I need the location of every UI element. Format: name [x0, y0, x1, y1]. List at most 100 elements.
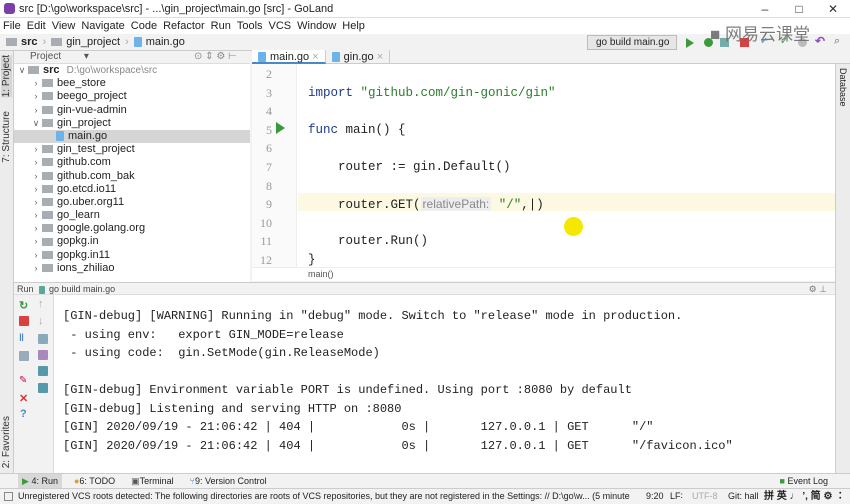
cursor-position[interactable]: 9:20 — [646, 489, 664, 504]
chevron-right-icon[interactable]: › — [30, 170, 42, 183]
menu-code[interactable]: Code — [131, 20, 157, 32]
breadcrumb-src[interactable]: src — [21, 36, 38, 48]
layout-icon[interactable] — [19, 351, 29, 361]
tree-item-label: gin_test_project — [57, 143, 135, 156]
trash-icon[interactable] — [38, 383, 48, 393]
run-icon[interactable] — [686, 38, 694, 48]
tree-item[interactable]: › gopkg.in — [14, 235, 250, 248]
tree-item[interactable]: › github.com — [14, 156, 250, 169]
run-gutter-icon[interactable] — [276, 122, 285, 134]
chevron-right-icon[interactable]: › — [30, 143, 42, 156]
run-config-select[interactable]: go build main.go ∨ — [587, 35, 677, 61]
tab-project[interactable]: 1: Project — [1, 55, 12, 98]
tree-item[interactable]: › go.etcd.io11 — [14, 183, 250, 196]
close-tab-icon[interactable]: × — [377, 51, 383, 63]
panel-settings-icon[interactable]: ⊙ ⇕ ⚙ ⊢ — [194, 51, 237, 63]
tree-item[interactable]: › github.com_bak — [14, 170, 250, 183]
breadcrumb-main-go[interactable]: main.go — [146, 36, 185, 48]
scroll-to-end-icon[interactable] — [38, 350, 48, 360]
close-button[interactable]: ✕ — [816, 0, 850, 18]
tree-item[interactable]: › gopkg.in11 — [14, 249, 250, 262]
tab-terminal[interactable]: ▣Terminal — [127, 474, 178, 489]
tree-item[interactable]: ∨ gin_project — [14, 117, 250, 130]
revert-icon[interactable]: ↶ — [815, 34, 826, 48]
run-console[interactable]: [GIN-debug] [WARNING] Running in "debug"… — [54, 295, 835, 473]
panel-settings-icon[interactable]: ⚙ ⊥ — [809, 283, 827, 295]
tab-todo[interactable]: ●6: TODO — [70, 474, 119, 489]
tree-item[interactable]: › go.uber.org11 — [14, 196, 250, 209]
tree-item[interactable]: › gin_test_project — [14, 143, 250, 156]
line-number: 6 — [266, 141, 272, 156]
arrow-up-icon[interactable]: ↑ — [38, 298, 48, 310]
chevron-right-icon[interactable]: › — [30, 77, 42, 90]
stop-icon[interactable] — [19, 316, 29, 326]
tab-favorites[interactable]: 2: Favorites — [1, 416, 12, 468]
editor-breadcrumb[interactable]: main() — [252, 267, 835, 281]
tree-item[interactable]: › bee_store — [14, 77, 250, 90]
pause-icon[interactable]: ‖ — [19, 333, 29, 344]
chevron-right-icon[interactable]: › — [30, 104, 42, 117]
chevron-right-icon[interactable]: › — [30, 262, 42, 275]
chevron-right-icon[interactable]: › — [30, 156, 42, 169]
tab-database[interactable]: Database — [838, 68, 848, 107]
toggle-tool-windows-icon[interactable] — [4, 492, 13, 501]
tree-item[interactable]: › google.golang.org — [14, 222, 250, 235]
menu-view[interactable]: View — [52, 20, 76, 32]
tab-version-control[interactable]: ⑂9: Version Control — [186, 474, 271, 489]
chevron-right-icon[interactable]: › — [30, 90, 42, 103]
help-icon[interactable]: ? — [20, 408, 30, 420]
menu-navigate[interactable]: Navigate — [81, 20, 124, 32]
maximize-button[interactable]: □ — [782, 0, 816, 18]
minimize-button[interactable]: – — [748, 0, 782, 18]
menu-help[interactable]: Help — [342, 20, 365, 32]
menu-tools[interactable]: Tools — [237, 20, 263, 32]
chevron-down-icon[interactable]: ∨ — [16, 64, 28, 77]
tree-item[interactable]: › go_learn — [14, 209, 250, 222]
chevron-right-icon[interactable]: › — [30, 209, 42, 222]
menu-run[interactable]: Run — [211, 20, 231, 32]
chevron-right-icon[interactable]: › — [30, 196, 42, 209]
tab-run[interactable]: ▶ 4: Run — [18, 473, 62, 489]
menu-vcs[interactable]: VCS — [269, 20, 292, 32]
breadcrumb-gin-project[interactable]: gin_project — [66, 36, 120, 48]
tab-main-go[interactable]: main.go × — [252, 50, 326, 64]
print-icon[interactable] — [38, 366, 48, 376]
run-config-tab[interactable]: go build main.go — [49, 284, 115, 294]
close-icon[interactable]: ✕ — [19, 392, 29, 405]
arrow-down-icon[interactable]: ↓ — [38, 315, 48, 327]
title-bar: src [D:\go\workspace\src] - ...\gin_proj… — [0, 0, 850, 18]
pin-icon[interactable]: ✎ — [19, 375, 29, 386]
tab-gin-go[interactable]: gin.go × — [326, 50, 391, 64]
line-number: 4 — [266, 104, 272, 119]
event-log-button[interactable]: ■ Event Log — [776, 474, 832, 489]
folder-icon — [42, 197, 53, 206]
menu-refactor[interactable]: Refactor — [163, 20, 205, 32]
chevron-right-icon[interactable]: › — [30, 235, 42, 248]
chevron-down-icon[interactable]: ∨ — [30, 117, 42, 130]
tree-item-label: go_learn — [57, 209, 100, 222]
chevron-right-icon[interactable]: › — [30, 249, 42, 262]
console-line: [GIN] 2020/09/19 - 21:06:42 | 404 | 0s |… — [63, 420, 654, 434]
tree-root[interactable]: ∨ src D:\go\workspace\src — [14, 64, 250, 77]
status-message[interactable]: Unregistered VCS roots detected: The fol… — [18, 489, 630, 504]
menu-window[interactable]: Window — [297, 20, 336, 32]
git-branch[interactable]: Git: hall — [728, 489, 759, 504]
rerun-icon[interactable]: ↻ — [19, 299, 29, 312]
status-bar: Unregistered VCS roots detected: The fol… — [0, 488, 850, 504]
line-separator[interactable]: LF∶ — [670, 489, 683, 504]
chevron-right-icon[interactable]: › — [30, 183, 42, 196]
code-editor[interactable]: 2 3 4 5 6 7 8 9 10 11 12 import "github.com/gin-go… — [252, 64, 835, 267]
search-icon[interactable]: ⌕ — [834, 35, 845, 47]
tree-item[interactable]: › ions_zhiliao — [14, 262, 250, 275]
tree-item[interactable]: › beego_project — [14, 90, 250, 103]
tree-item[interactable]: main.go — [14, 129, 250, 144]
tree-item[interactable]: › gin-vue-admin — [14, 104, 250, 117]
menu-edit[interactable]: Edit — [27, 20, 46, 32]
menu-file[interactable]: File — [3, 20, 21, 32]
soft-wrap-icon[interactable] — [38, 334, 48, 344]
chevron-right-icon[interactable]: › — [30, 222, 42, 235]
close-tab-icon[interactable]: × — [312, 51, 318, 63]
project-view-select[interactable]: Project — [30, 51, 61, 62]
file-encoding[interactable]: UTF-8 — [692, 489, 718, 504]
tab-structure[interactable]: 7: Structure — [1, 111, 12, 163]
